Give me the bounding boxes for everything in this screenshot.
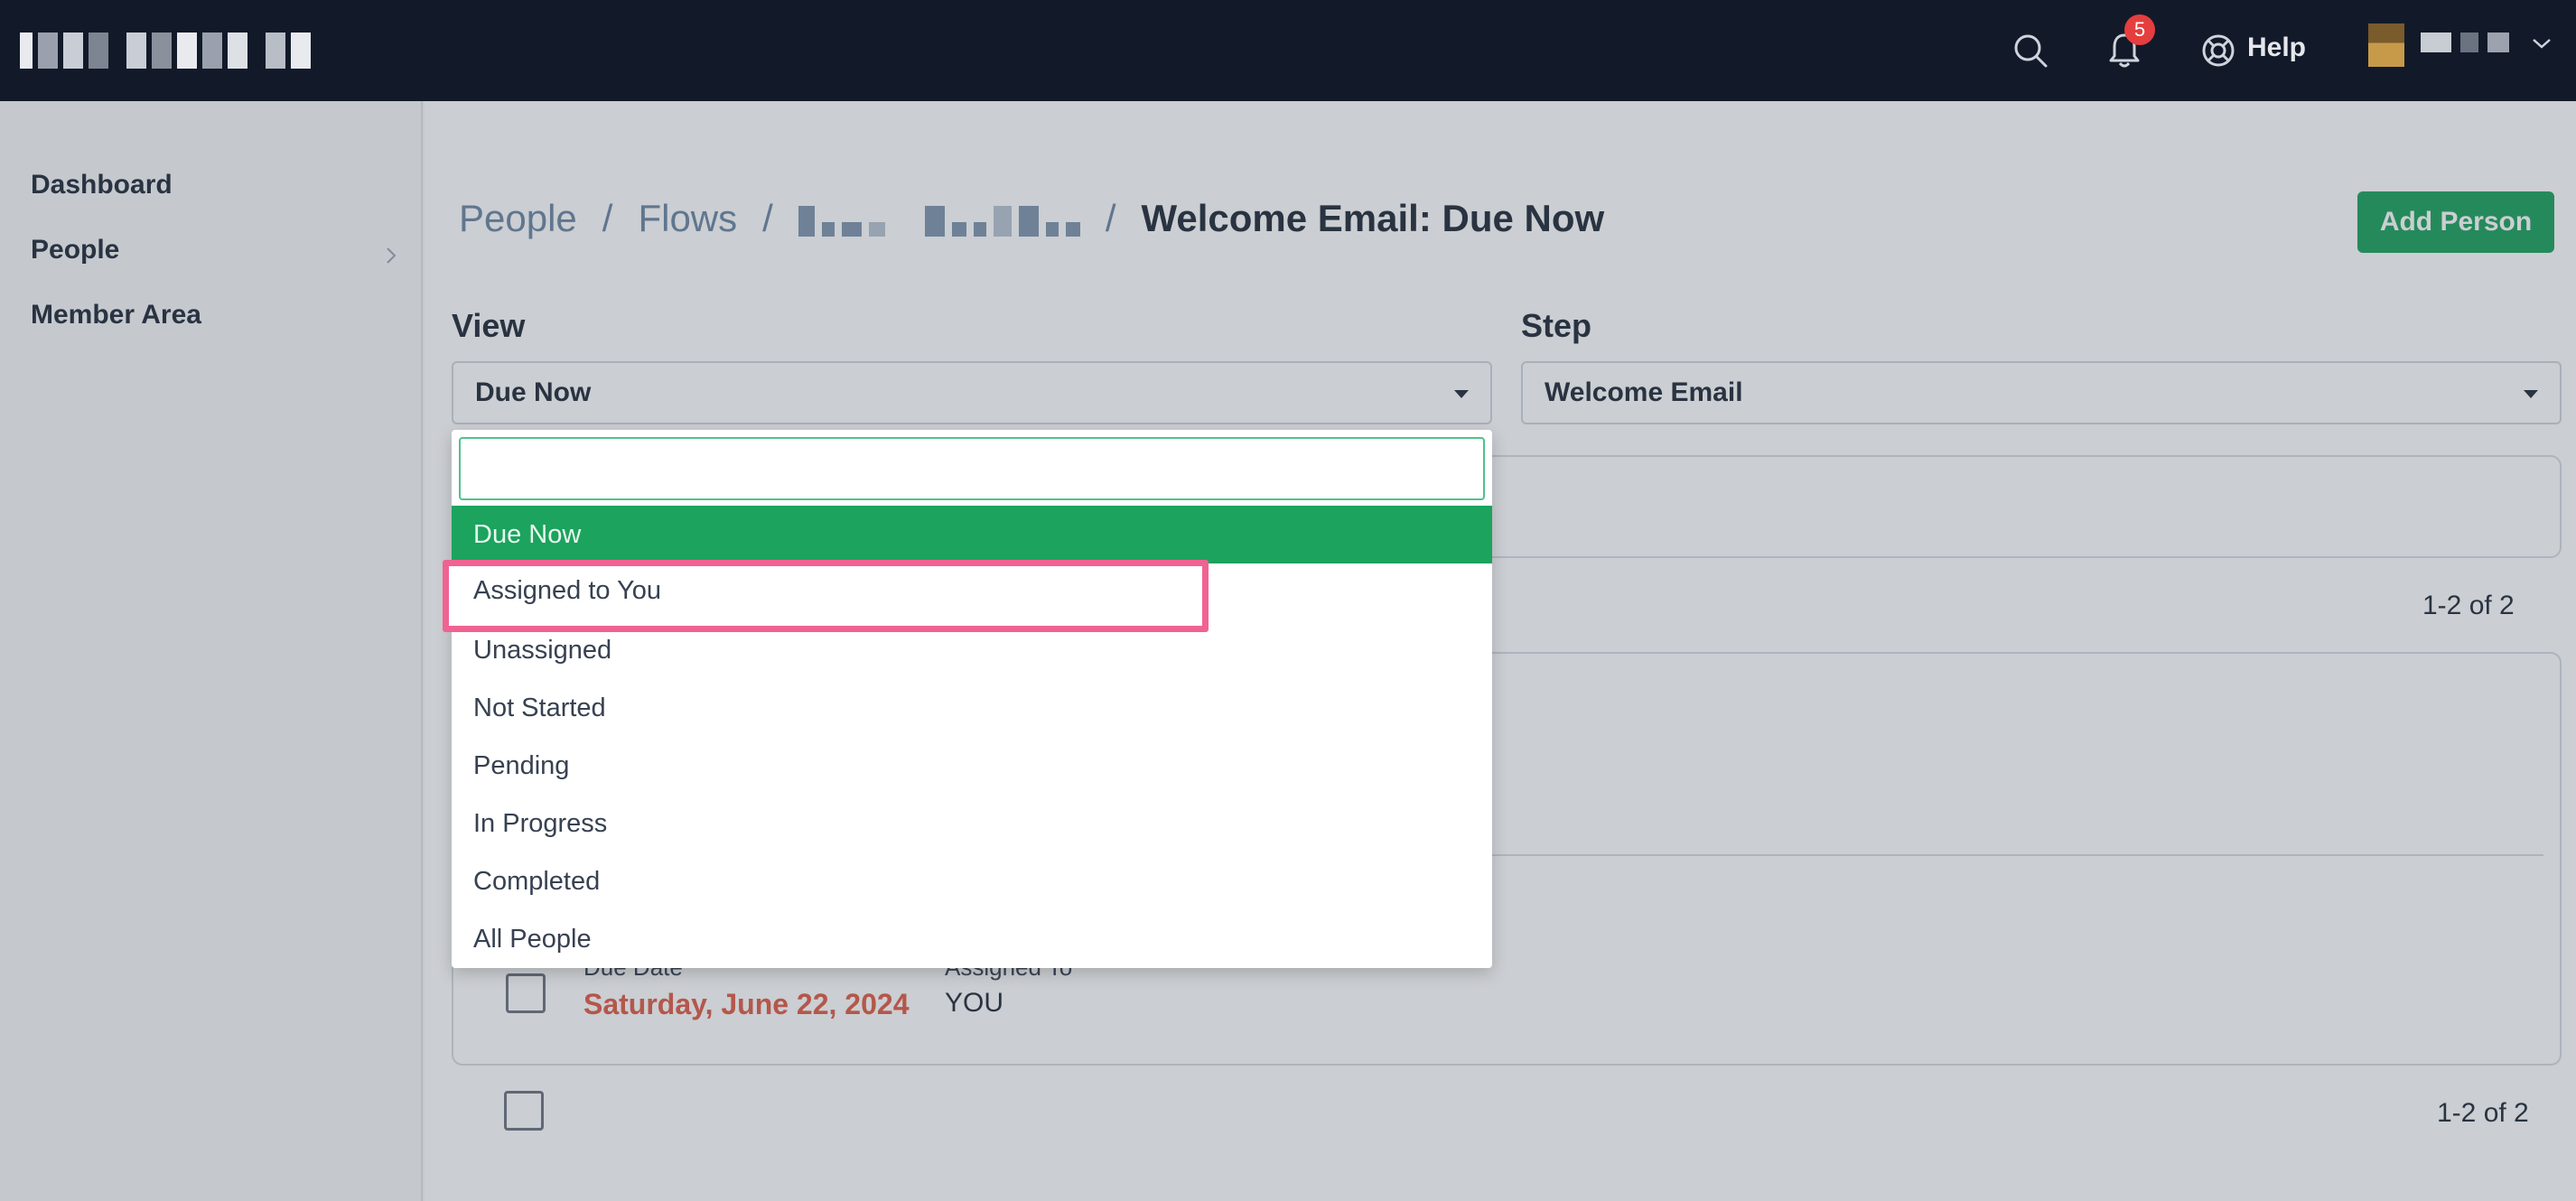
notification-count-badge: 5 <box>2124 14 2155 45</box>
dropdown-option-completed[interactable]: Completed <box>452 852 1492 910</box>
search-icon[interactable] <box>2007 27 2054 74</box>
brand-logo[interactable] <box>20 33 311 69</box>
dropdown-option-not-started[interactable]: Not Started <box>452 679 1492 737</box>
chevron-down-icon[interactable] <box>2531 36 2553 51</box>
dropdown-search-input[interactable] <box>459 437 1485 500</box>
help-link[interactable]: Help <box>2247 33 2306 63</box>
dropdown-option-assigned-to-you-label[interactable]: Assigned to You <box>473 576 661 606</box>
dropdown-option-all-people[interactable]: All People <box>452 910 1492 968</box>
notifications-button[interactable]: 5 <box>2101 14 2155 74</box>
top-bar: 5 Help <box>0 0 2576 101</box>
view-dropdown-menu: Due Now Unassigned Not Started Pending I… <box>452 430 1492 968</box>
avatar[interactable] <box>2368 23 2404 67</box>
dropdown-option-in-progress[interactable]: In Progress <box>452 795 1492 852</box>
user-name[interactable] <box>2421 33 2509 52</box>
dropdown-option-due-now[interactable]: Due Now <box>452 506 1492 563</box>
lifebuoy-icon[interactable] <box>2195 27 2242 74</box>
dropdown-option-pending[interactable]: Pending <box>452 737 1492 795</box>
